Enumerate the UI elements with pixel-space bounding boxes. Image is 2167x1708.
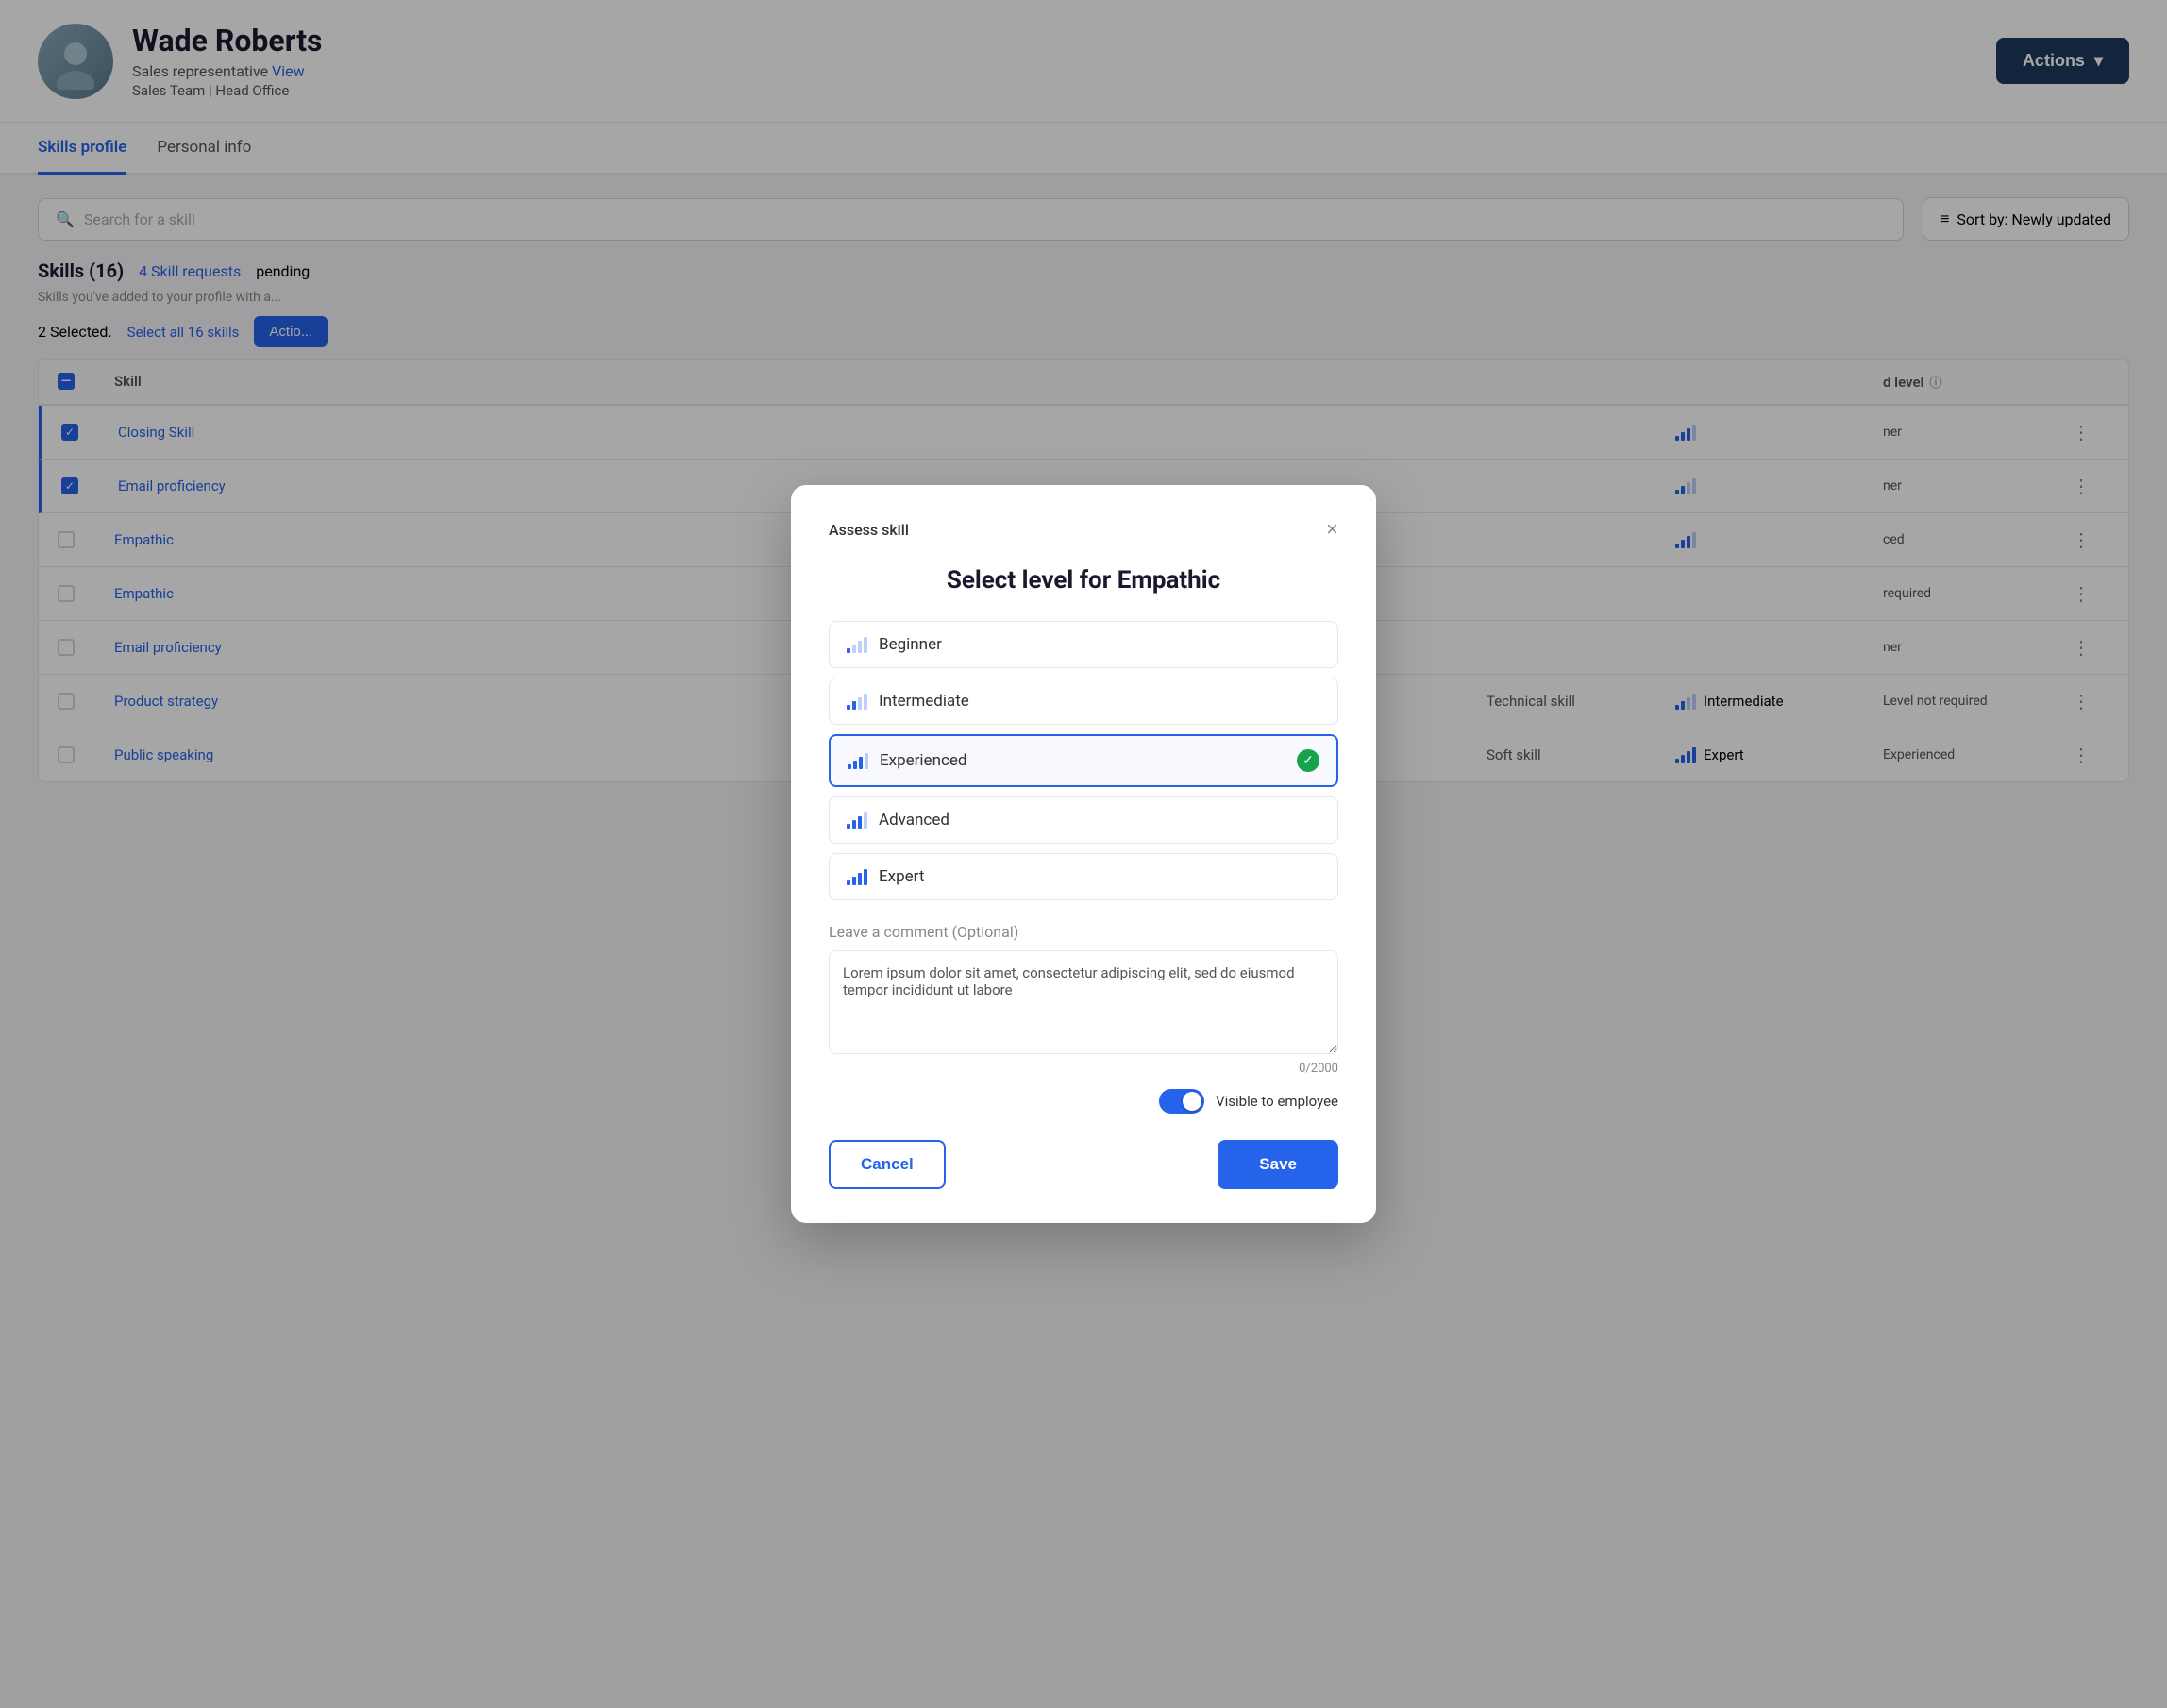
comment-label: Leave a comment (Optional) [829, 923, 1338, 941]
toggle-label: Visible to employee [1216, 1093, 1338, 1110]
modal-footer: Cancel Save [829, 1140, 1338, 1189]
visible-to-employee-toggle[interactable] [1159, 1089, 1204, 1114]
level-options: Beginner Intermediate [829, 621, 1338, 900]
level-option-intermediate[interactable]: Intermediate [829, 678, 1338, 725]
level-label-expert: Expert [879, 867, 924, 886]
comment-count: 0/2000 [829, 1062, 1338, 1076]
level-label-experienced: Experienced [880, 751, 966, 770]
toggle-knob [1183, 1092, 1201, 1111]
modal-overlay: Assess skill × Select level for Empathic [0, 0, 2167, 1708]
level-bars-intermediate [847, 693, 867, 710]
level-label-advanced: Advanced [879, 811, 949, 829]
level-bars-beginner [847, 636, 867, 653]
level-bars-experienced [848, 752, 868, 769]
comment-textarea[interactable]: Lorem ipsum dolor sit amet, consectetur … [829, 950, 1338, 1054]
modal-label: Assess skill [829, 521, 909, 539]
level-option-beginner[interactable]: Beginner [829, 621, 1338, 668]
cancel-button[interactable]: Cancel [829, 1140, 946, 1189]
level-option-experienced[interactable]: Experienced ✓ [829, 734, 1338, 787]
level-label-intermediate: Intermediate [879, 692, 969, 711]
save-button[interactable]: Save [1218, 1140, 1338, 1189]
level-option-expert[interactable]: Expert [829, 853, 1338, 900]
modal-close-button[interactable]: × [1326, 519, 1338, 540]
assess-skill-modal: Assess skill × Select level for Empathic [791, 485, 1376, 1223]
level-bars-expert [847, 868, 867, 885]
level-option-advanced[interactable]: Advanced [829, 796, 1338, 844]
level-label-beginner: Beginner [879, 635, 942, 654]
selected-check-icon: ✓ [1297, 749, 1319, 772]
modal-title: Select level for Empathic [829, 566, 1338, 594]
level-bars-advanced [847, 812, 867, 829]
